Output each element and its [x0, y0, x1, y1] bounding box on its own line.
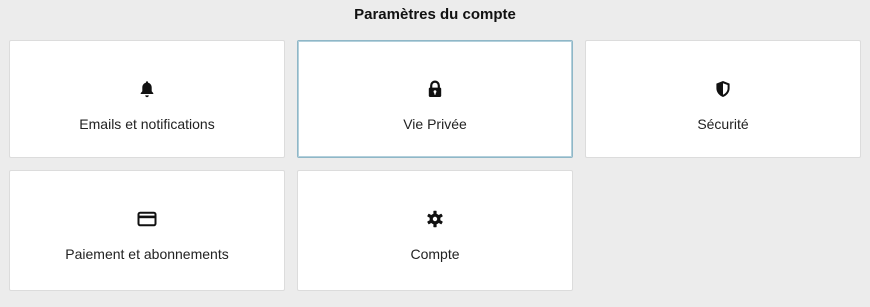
- tile-payment-subscriptions[interactable]: Paiement et abonnements: [9, 170, 285, 291]
- shield-icon: [586, 79, 860, 99]
- page-title: Paramètres du compte: [354, 6, 516, 23]
- tile-emails-notifications[interactable]: Emails et notifications: [9, 40, 285, 158]
- credit-card-icon: [10, 209, 284, 229]
- tile-label: Compte: [410, 246, 460, 262]
- lock-icon: [298, 79, 572, 99]
- tile-label: Emails et notifications: [79, 116, 215, 132]
- tile-label: Sécurité: [697, 116, 749, 132]
- tile-security[interactable]: Sécurité: [585, 40, 861, 158]
- tile-account[interactable]: Compte: [297, 170, 573, 291]
- tile-label: Vie Privée: [403, 116, 467, 132]
- gear-icon: [298, 209, 572, 229]
- tile-privacy[interactable]: Vie Privée: [297, 40, 573, 158]
- bell-icon: [10, 79, 284, 99]
- tile-label: Paiement et abonnements: [65, 246, 229, 262]
